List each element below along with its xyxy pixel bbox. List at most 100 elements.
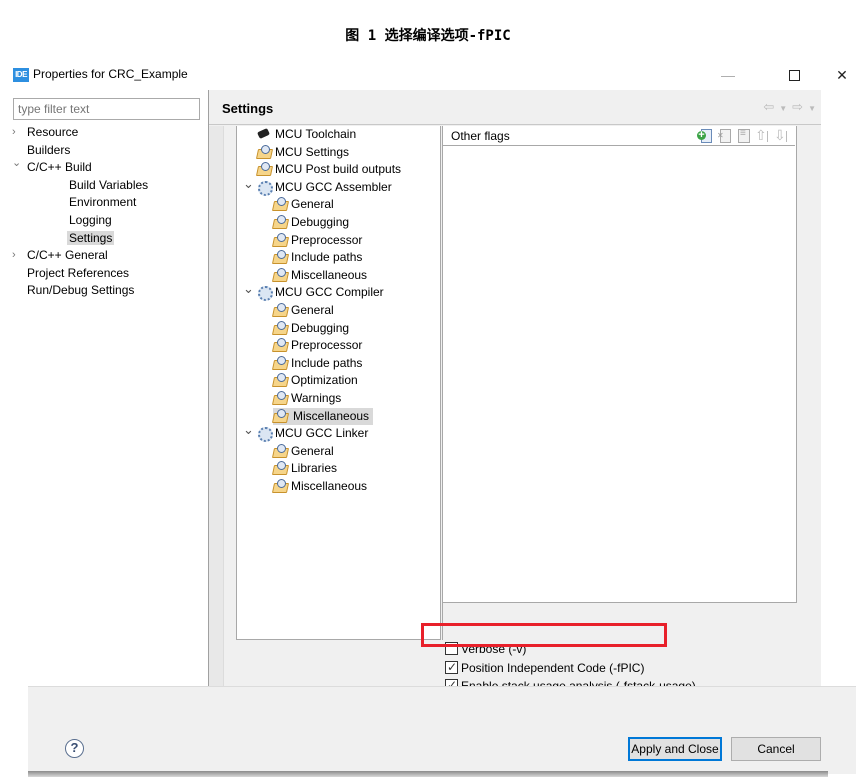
tool-tree-item[interactable]: MCU Settings	[257, 144, 349, 161]
ide-app-icon: IDE	[13, 68, 29, 82]
settings-folder-icon	[257, 162, 271, 175]
history-nav: ⇦ ▼ ⇨ ▼	[761, 99, 819, 115]
help-icon[interactable]: ?	[65, 739, 84, 758]
chevron-down-icon[interactable]: ⌄	[243, 280, 254, 297]
tool-tree-item[interactable]: Debugging	[273, 214, 349, 231]
nav-item-project-references[interactable]: Project References	[27, 265, 129, 282]
dialog-footer: ? Apply and Close Cancel	[28, 686, 856, 774]
settings-folder-icon	[273, 320, 287, 334]
settings-folder-icon	[273, 215, 287, 228]
tool-tree-item[interactable]: Libraries	[273, 460, 337, 477]
tool-tree-item-label: Debugging	[291, 215, 350, 229]
tool-tree-item[interactable]: ⌄ MCU GCC Linker	[243, 422, 369, 443]
left-strip	[209, 126, 224, 686]
nav-item-run-debug-settings[interactable]: Run/Debug Settings	[27, 282, 134, 299]
nav-item-label: Environment	[69, 195, 137, 210]
flags-toolbar	[694, 127, 789, 144]
settings-folder-icon	[273, 443, 287, 457]
chevron-down-icon[interactable]: ⌄	[243, 421, 254, 438]
nav-item-settings[interactable]: Settings	[67, 230, 115, 247]
tool-tree-item[interactable]: Miscellaneous	[273, 478, 367, 495]
nav-item-logging[interactable]: Logging	[69, 212, 112, 229]
nav-item-label: Project References	[27, 265, 130, 280]
settings-folder-icon	[273, 232, 287, 246]
checkbox-label: Position Independent Code (-fPIC)	[461, 661, 645, 675]
settings-folder-icon	[273, 391, 287, 404]
checkbox-row[interactable]: Position Independent Code (-fPIC)	[445, 659, 645, 676]
forward-arrow-icon[interactable]: ⇨	[792, 99, 804, 114]
tool-gear-icon	[257, 426, 273, 443]
window-title: Properties for CRC_Example	[33, 67, 188, 81]
tool-tree-item-label: General	[291, 197, 334, 212]
tool-tree-item[interactable]: Include paths	[273, 355, 362, 372]
move-down-icon[interactable]	[773, 127, 789, 144]
move-up-icon[interactable]	[754, 127, 770, 144]
tool-tree-item[interactable]: Preprocessor	[273, 232, 362, 249]
back-arrow-icon[interactable]: ⇦	[763, 99, 775, 114]
tool-tree-item[interactable]: Miscellaneous	[273, 407, 374, 425]
nav-item-resource[interactable]: › Resource	[12, 124, 78, 141]
tool-gear-icon	[257, 285, 273, 302]
tool-tree-item-label: MCU GCC Compiler	[275, 285, 384, 300]
tool-tree-item[interactable]: Include paths	[273, 249, 362, 266]
apply-and-close-button[interactable]: Apply and Close	[628, 737, 722, 761]
tool-tree-item[interactable]: Optimization	[273, 372, 358, 389]
chevron-down-icon[interactable]: ⌄	[12, 155, 24, 172]
forward-dropdown-icon[interactable]: ▼	[808, 104, 817, 113]
settings-pane: Settings ⇦ ▼ ⇨ ▼ MCU Toolchain MCU Settings M…	[209, 90, 821, 710]
tool-tree-item-label: MCU Post build outputs	[275, 162, 402, 177]
other-flags-list[interactable]: Other flags	[443, 126, 797, 603]
filter-input[interactable]	[13, 98, 200, 120]
tool-tree-item[interactable]: General	[273, 196, 334, 213]
nav-item-c-c-general[interactable]: › C/C++ General	[12, 247, 108, 264]
nav-item-label: C/C++ General	[27, 248, 108, 263]
settings-folder-icon	[273, 479, 287, 492]
title-bar: IDE Properties for CRC_Example — ✕	[0, 60, 856, 90]
tool-tree-item-label: Miscellaneous	[291, 479, 368, 493]
checkbox-unchecked[interactable]	[445, 642, 458, 655]
tool-tree-item-label: Miscellaneous	[291, 408, 372, 423]
tool-tree-item[interactable]: MCU Toolchain	[257, 126, 356, 143]
tool-tree-item-label: MCU GCC Assembler	[275, 179, 392, 194]
back-dropdown-icon[interactable]: ▼	[779, 104, 788, 113]
tool-tree-item[interactable]: General	[273, 302, 334, 319]
settings-header: Settings ⇦ ▼ ⇨ ▼	[209, 90, 821, 125]
tool-tree-item[interactable]: ⌄ MCU GCC Assembler	[243, 176, 392, 196]
tool-tree-item[interactable]: MCU Post build outputs	[257, 161, 401, 178]
delete-icon[interactable]	[716, 128, 732, 144]
nav-item-c-c-build[interactable]: ⌄ C/C++ Build	[12, 157, 92, 176]
chevron-right-icon[interactable]: ›	[12, 247, 24, 264]
tool-settings-tree: MCU Toolchain MCU Settings MCU Post build …	[236, 126, 441, 640]
tool-tree-item[interactable]: ⌄ MCU GCC Compiler	[243, 281, 384, 302]
edit-icon[interactable]	[735, 128, 751, 144]
tool-tree-item-label: MCU Toolchain	[275, 127, 357, 141]
nav-item-label: C/C++ Build	[27, 160, 92, 175]
close-button[interactable]: ✕	[828, 64, 856, 86]
tool-tree-item[interactable]: Warnings	[273, 390, 341, 407]
settings-folder-icon	[273, 338, 287, 351]
settings-folder-icon	[273, 461, 287, 474]
tool-tree-item[interactable]: Preprocessor	[273, 337, 362, 354]
tool-tree-item-label: Preprocessor	[291, 232, 363, 247]
nav-item-label: Logging	[69, 213, 112, 227]
minimize-button[interactable]: —	[714, 64, 742, 86]
nav-item-build-variables[interactable]: Build Variables	[69, 177, 148, 194]
settings-folder-icon	[273, 197, 287, 210]
chevron-down-icon[interactable]: ⌄	[243, 175, 254, 192]
cancel-button[interactable]: Cancel	[731, 737, 821, 761]
nav-item-builders[interactable]: Builders	[27, 142, 70, 159]
tool-tree-item-label: Libraries	[291, 461, 338, 476]
maximize-button[interactable]	[780, 64, 808, 86]
nav-item-label: Builders	[27, 142, 71, 157]
add-icon[interactable]	[697, 128, 713, 144]
checkbox-row[interactable]: Verbose (-v)	[445, 641, 526, 657]
tool-tree-item[interactable]: Miscellaneous	[273, 267, 367, 284]
chevron-right-icon[interactable]: ›	[12, 124, 24, 141]
tool-tree-item-label: Preprocessor	[291, 338, 363, 353]
checkbox-checked[interactable]	[445, 659, 458, 675]
tool-tree-item-label: MCU GCC Linker	[275, 426, 369, 441]
nav-item-environment[interactable]: Environment	[69, 194, 136, 211]
properties-dialog: IDE Properties for CRC_Example — ✕ ›Reso…	[0, 60, 856, 774]
tool-tree-item[interactable]: Debugging	[273, 320, 349, 337]
tool-tree-item[interactable]: General	[273, 443, 334, 460]
